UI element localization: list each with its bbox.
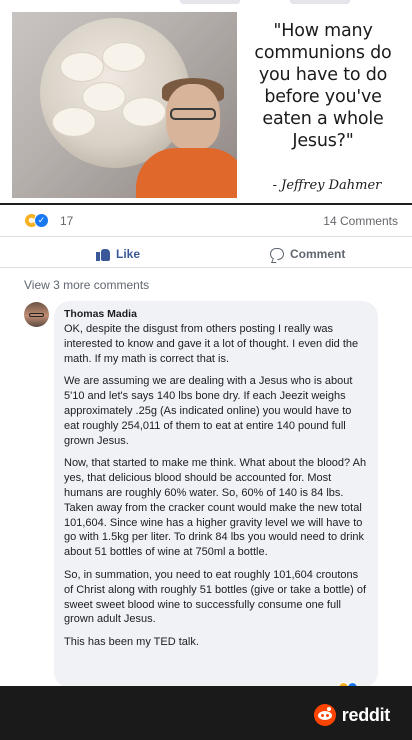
comment-bubble: Thomas Madia OK, despite the disgust fro…: [54, 301, 378, 688]
comment-author[interactable]: Thomas Madia: [64, 308, 368, 320]
comment-paragraph: Now, that started to make me think. What…: [64, 457, 367, 559]
wafer: [60, 52, 104, 82]
wafer: [52, 107, 96, 137]
comment-button[interactable]: Comment: [270, 245, 345, 263]
avatar[interactable]: [24, 302, 49, 327]
meme-signature: - Jeffrey Dahmer: [272, 178, 382, 193]
person-portrait: [132, 78, 237, 198]
reddit-wordmark: reddit: [341, 704, 391, 725]
action-bar: Like Comment: [0, 236, 412, 268]
wafer: [82, 82, 126, 112]
comment-paragraph: We are assuming we are dealing with a Je…: [64, 375, 353, 447]
reddit-footer: reddit: [0, 686, 412, 740]
reaction-count[interactable]: 17: [60, 214, 73, 228]
top-tab: [180, 0, 240, 4]
meme-quote: "How many communions do you have to do b…: [254, 21, 392, 151]
like-button[interactable]: Like: [96, 245, 140, 263]
view-more-comments-link[interactable]: View 3 more comments: [24, 278, 149, 292]
reaction-icons[interactable]: ☻ ✓: [24, 213, 50, 229]
top-tab: [290, 0, 350, 4]
like-reaction-icon: ✓: [34, 213, 49, 228]
comment-bubble-icon: [270, 248, 284, 260]
like-label: Like: [116, 247, 141, 261]
thumbs-up-icon: [96, 247, 110, 261]
comment-count[interactable]: 14 Comments: [323, 214, 398, 228]
comment-label: Comment: [290, 247, 346, 261]
top-edge: [0, 0, 412, 12]
meme-photo: [12, 12, 237, 198]
reaction-bar: ☻ ✓ 17 14 Comments: [0, 203, 412, 233]
comment-paragraph: So, in summation, you need to eat roughl…: [64, 568, 367, 626]
reddit-watermark: reddit: [313, 704, 391, 726]
comment-paragraph: OK, despite the disgust from others post…: [64, 323, 359, 365]
reddit-logo-icon: [313, 704, 336, 726]
comment-paragraph: This has been my TED talk.: [64, 636, 199, 649]
meme-image: "How many communions do you have to do b…: [0, 12, 412, 202]
wafer: [102, 42, 146, 72]
